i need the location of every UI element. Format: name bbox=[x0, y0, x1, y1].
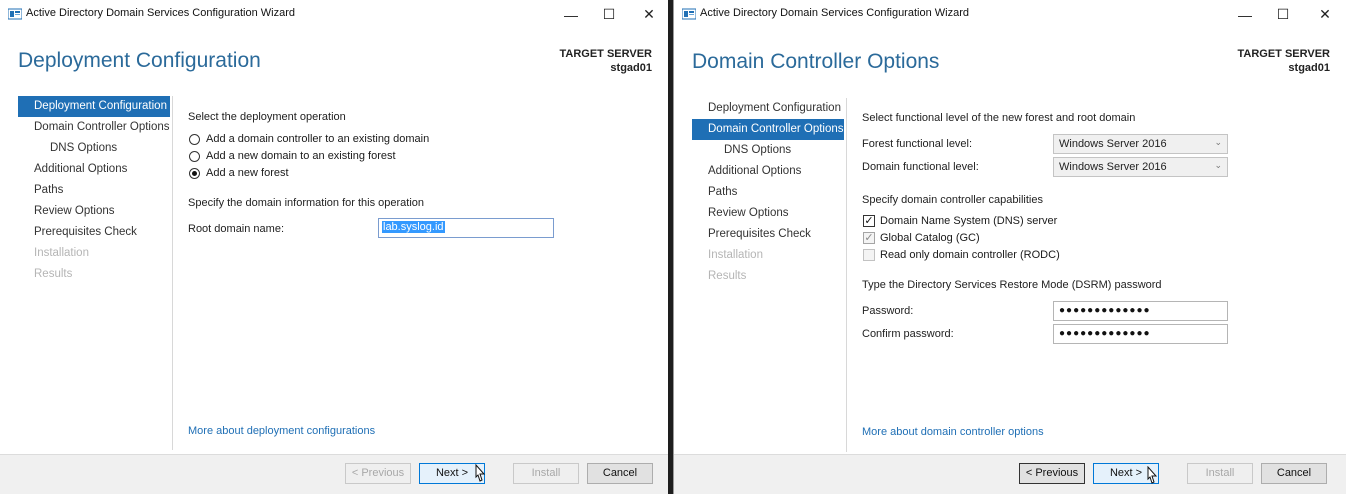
radio-label: Add a domain controller to an existing d… bbox=[206, 133, 430, 145]
previous-button[interactable]: < Previous bbox=[1019, 463, 1085, 484]
nav-item-installation: Installation bbox=[34, 247, 89, 259]
nav-item-domain-controller-options[interactable]: Domain Controller Options bbox=[692, 119, 844, 140]
close-icon[interactable]: ✕ bbox=[632, 0, 666, 29]
checkbox-label: Domain Name System (DNS) server bbox=[880, 215, 1058, 227]
nav-item-dns-options[interactable]: DNS Options bbox=[692, 140, 844, 161]
nav-item-additional-options[interactable]: Additional Options bbox=[692, 161, 844, 182]
target-server-name: stgad01 bbox=[610, 62, 652, 74]
forest-level-value: Windows Server 2016 bbox=[1059, 138, 1167, 150]
left-wizard-window: Active Directory Domain Services Configu… bbox=[0, 0, 668, 494]
confirm-password-input[interactable]: ●●●●●●●●●●●●● bbox=[1053, 324, 1228, 344]
nav-item-prerequisites-check[interactable]: Prerequisites Check bbox=[18, 222, 170, 243]
nav-item-results: Results bbox=[34, 268, 73, 280]
title-bar[interactable]: Active Directory Domain Services Configu… bbox=[0, 0, 668, 29]
radio-add-dc-existing-domain[interactable]: Add a domain controller to an existing d… bbox=[189, 133, 429, 145]
radio-label: Add a new forest bbox=[206, 167, 289, 179]
radio-add-new-forest[interactable]: Add a new forest bbox=[189, 167, 289, 179]
nav-item-deployment-configuration[interactable]: Deployment Configuration bbox=[18, 96, 170, 117]
nav-item-dns-options[interactable]: DNS Options bbox=[18, 138, 170, 159]
checkbox-dns-server[interactable]: ✓ Domain Name System (DNS) server bbox=[863, 215, 1057, 227]
server-manager-icon bbox=[682, 8, 696, 20]
radio-label: Add a new domain to an existing forest bbox=[206, 150, 396, 162]
nav-item-installation: Installation bbox=[708, 249, 763, 261]
dsrm-label: Type the Directory Services Restore Mode… bbox=[862, 279, 1162, 291]
domain-level-value: Windows Server 2016 bbox=[1059, 161, 1167, 173]
nav-divider bbox=[846, 98, 847, 452]
domain-level-dropdown[interactable]: Windows Server 2016 ⌄ bbox=[1053, 157, 1228, 177]
capabilities-label: Specify domain controller capabilities bbox=[862, 194, 1043, 206]
page-title: Deployment Configuration bbox=[18, 49, 261, 72]
password-input[interactable]: ●●●●●●●●●●●●● bbox=[1053, 301, 1228, 321]
confirm-password-label: Confirm password: bbox=[862, 328, 954, 340]
radio-add-domain-existing-forest[interactable]: Add a new domain to an existing forest bbox=[189, 150, 396, 162]
forest-level-dropdown[interactable]: Windows Server 2016 ⌄ bbox=[1053, 134, 1228, 154]
root-domain-value: lab.syslog.id bbox=[382, 221, 445, 233]
forest-level-label: Forest functional level: bbox=[862, 138, 973, 150]
nav-item-review-options[interactable]: Review Options bbox=[18, 201, 170, 222]
chevron-down-icon: ⌄ bbox=[1214, 137, 1222, 147]
radio-button-checked[interactable] bbox=[189, 167, 200, 179]
root-domain-label: Root domain name: bbox=[188, 223, 284, 235]
nav-item-paths[interactable]: Paths bbox=[692, 182, 844, 203]
wizard-footer: < Previous Next > Install Cancel bbox=[0, 454, 668, 494]
minimize-icon[interactable]: — bbox=[1228, 0, 1262, 29]
page-title: Domain Controller Options bbox=[692, 50, 940, 73]
nav-item-paths[interactable]: Paths bbox=[18, 180, 170, 201]
server-manager-icon bbox=[8, 8, 22, 20]
checkbox-label: Read only domain controller (RODC) bbox=[880, 249, 1060, 261]
target-server-label: TARGET SERVER bbox=[559, 48, 653, 60]
more-about-dc-options-link[interactable]: More about domain controller options bbox=[862, 426, 1044, 438]
previous-button[interactable]: < Previous bbox=[345, 463, 411, 484]
select-operation-label: Select the deployment operation bbox=[188, 111, 346, 123]
wizard-footer: < Previous Next > Install Cancel bbox=[674, 454, 1346, 494]
nav-item-prerequisites-check[interactable]: Prerequisites Check bbox=[692, 224, 844, 245]
chevron-down-icon: ⌄ bbox=[1214, 160, 1222, 170]
cancel-button[interactable]: Cancel bbox=[1261, 463, 1327, 484]
checkbox-rodc: Read only domain controller (RODC) bbox=[863, 249, 1060, 261]
right-wizard-window: Active Directory Domain Services Configu… bbox=[673, 0, 1346, 494]
target-server-name: stgad01 bbox=[1288, 62, 1330, 74]
wizard-nav: Deployment Configuration Domain Controll… bbox=[18, 96, 170, 285]
password-label: Password: bbox=[862, 305, 914, 317]
radio-button[interactable] bbox=[189, 150, 200, 162]
nav-item-results: Results bbox=[708, 270, 747, 282]
nav-divider bbox=[172, 96, 173, 450]
maximize-icon[interactable]: ☐ bbox=[1266, 0, 1300, 29]
nav-item-additional-options[interactable]: Additional Options bbox=[18, 159, 170, 180]
radio-button[interactable] bbox=[189, 133, 200, 145]
title-bar[interactable]: Active Directory Domain Services Configu… bbox=[674, 0, 1346, 29]
install-button[interactable]: Install bbox=[1187, 463, 1253, 484]
mouse-pointer-icon bbox=[1147, 466, 1158, 484]
domain-level-label: Domain functional level: bbox=[862, 161, 979, 173]
nav-item-deployment-configuration[interactable]: Deployment Configuration bbox=[692, 98, 844, 119]
window-title: Active Directory Domain Services Configu… bbox=[26, 7, 295, 19]
checkbox-label: Global Catalog (GC) bbox=[880, 232, 980, 244]
close-icon[interactable]: ✕ bbox=[1308, 0, 1342, 29]
functional-level-label: Select functional level of the new fores… bbox=[862, 112, 1136, 124]
cancel-button[interactable]: Cancel bbox=[587, 463, 653, 484]
nav-item-domain-controller-options[interactable]: Domain Controller Options bbox=[18, 117, 170, 138]
root-domain-input[interactable]: lab.syslog.id bbox=[378, 218, 554, 238]
checkbox-global-catalog: ✓ Global Catalog (GC) bbox=[863, 232, 980, 244]
wizard-nav: Deployment Configuration Domain Controll… bbox=[692, 98, 844, 287]
domain-info-label: Specify the domain information for this … bbox=[188, 197, 425, 209]
nav-item-review-options[interactable]: Review Options bbox=[692, 203, 844, 224]
target-server-label: TARGET SERVER bbox=[1237, 48, 1331, 60]
window-title: Active Directory Domain Services Configu… bbox=[700, 7, 969, 19]
more-about-deployment-link[interactable]: More about deployment configurations bbox=[188, 425, 375, 437]
mouse-pointer-icon bbox=[475, 464, 486, 482]
install-button[interactable]: Install bbox=[513, 463, 579, 484]
checkbox-unchecked-disabled bbox=[863, 249, 875, 261]
maximize-icon[interactable]: ☐ bbox=[592, 0, 626, 29]
checkbox-checked-disabled: ✓ bbox=[863, 232, 875, 244]
minimize-icon[interactable]: — bbox=[554, 0, 588, 29]
checkbox-checked[interactable]: ✓ bbox=[863, 215, 875, 227]
